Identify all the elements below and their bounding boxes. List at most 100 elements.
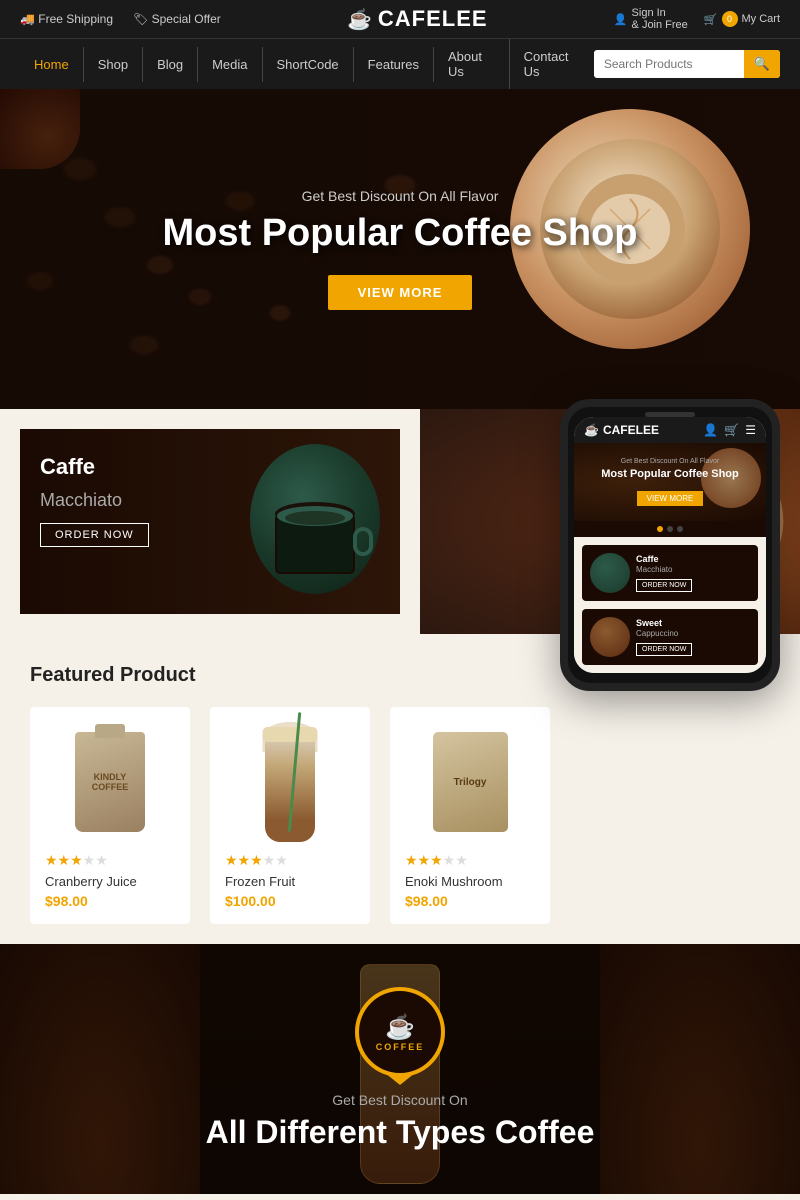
phone-card-cup-2 xyxy=(590,617,630,657)
phone-card-cup-1 xyxy=(590,553,630,593)
hero-section: Get Best Discount On All Flavor Most Pop… xyxy=(0,89,800,409)
product-stars-3: ★★★★★ xyxy=(405,852,535,869)
phone-cards: Caffe Macchiato ORDER NOW Sweet Cappucci… xyxy=(574,537,766,673)
phone-header: ☕ CAFELEE 👤 🛒 ☰ xyxy=(574,417,766,443)
view-more-button[interactable]: VIEW MORE xyxy=(328,275,473,310)
phone-mockup-container: ☕ CAFELEE 👤 🛒 ☰ Get Best Discount On All… xyxy=(560,399,770,691)
product-img-3: Trilogy xyxy=(405,722,535,842)
nav-media[interactable]: Media xyxy=(198,47,262,82)
promo-card1-title: Caffe xyxy=(40,454,380,480)
nav-shop[interactable]: Shop xyxy=(84,47,143,82)
phone-card-cappuccino: Sweet Cappuccino ORDER NOW xyxy=(582,609,758,665)
nav-bar: Home Shop Blog Media ShortCode Features … xyxy=(0,38,800,89)
product-price-1: $98.00 xyxy=(45,893,175,909)
bag-text-1: KINDLYCOFFEE xyxy=(87,767,134,797)
nav-about[interactable]: About Us xyxy=(434,39,510,89)
phone-hero-title: Most Popular Coffee Shop xyxy=(584,468,756,480)
nav-contact[interactable]: Contact Us xyxy=(510,39,594,89)
phone-card-title-2: Sweet xyxy=(636,618,750,629)
phone-mockup: ☕ CAFELEE 👤 🛒 ☰ Get Best Discount On All… xyxy=(560,399,780,691)
tag-icon: 🏷 xyxy=(133,12,148,26)
product-price-2: $100.00 xyxy=(225,893,355,909)
top-bar-right: 👤 Sign In & Join Free 🛒 0 My Cart xyxy=(614,7,780,31)
cart-link[interactable]: 🛒 0 My Cart xyxy=(704,11,780,27)
bottom-title: All Different Types Coffee xyxy=(206,1114,595,1151)
phone-dot-1 xyxy=(657,526,663,532)
phone-menu-icon: ☰ xyxy=(745,423,756,437)
nav-shortcode[interactable]: ShortCode xyxy=(263,47,354,82)
logo-text: CAFELEE xyxy=(378,6,488,32)
order-now-btn-1[interactable]: ORDER NOW xyxy=(40,523,149,547)
special-offer-label: 🏷 Special Offer xyxy=(133,12,221,26)
promo-card-macchiato: Caffe Macchiato ORDER NOW xyxy=(20,429,400,614)
top-bar-left: 🚚 Free Shipping 🏷 Special Offer xyxy=(20,12,221,26)
hero-subtitle: Get Best Discount On All Flavor xyxy=(163,188,638,204)
bottom-subtitle: Get Best Discount On xyxy=(206,1092,595,1108)
product-name-3: Enoki Mushroom xyxy=(405,874,535,889)
top-bar: 🚚 Free Shipping 🏷 Special Offer ☕ CAFELE… xyxy=(0,0,800,38)
nav-blog[interactable]: Blog xyxy=(143,47,198,82)
free-shipping-label: 🚚 Free Shipping xyxy=(20,12,113,26)
cart-icon: 🛒 xyxy=(704,13,718,26)
product-card-3: Trilogy ★★★★★ Enoki Mushroom $98.00 xyxy=(390,707,550,924)
pouch-text-3: Trilogy xyxy=(454,777,487,788)
phone-nav-icons: 👤 🛒 ☰ xyxy=(703,423,756,437)
bottom-section: ☕ COFFEE Get Best Discount On All Differ… xyxy=(0,944,800,1194)
drink-container-2 xyxy=(265,722,315,842)
sign-in-link[interactable]: 👤 Sign In & Join Free xyxy=(614,7,688,31)
products-grid: KINDLYCOFFEE ★★★★★ Cranberry Juice $98.0… xyxy=(30,707,770,924)
phone-hero: Get Best Discount On All Flavor Most Pop… xyxy=(574,443,766,521)
nav-features[interactable]: Features xyxy=(354,47,434,82)
promo-card1-subtitle: Macchiato xyxy=(40,490,380,511)
phone-card-title-1: Caffe xyxy=(636,554,750,565)
phone-user-icon: 👤 xyxy=(703,423,718,437)
phone-card-subtitle-2: Cappuccino xyxy=(636,629,750,638)
phone-dot-3 xyxy=(677,526,683,532)
phone-carousel-dots xyxy=(574,521,766,537)
phone-order-btn-1[interactable]: ORDER NOW xyxy=(636,579,692,592)
product-bag-1: KINDLYCOFFEE xyxy=(75,732,145,832)
nav-links: Home Shop Blog Media ShortCode Features … xyxy=(20,39,594,89)
logo[interactable]: ☕ CAFELEE xyxy=(347,6,488,32)
phone-card-macchiato: Caffe Macchiato ORDER NOW xyxy=(582,545,758,601)
product-card-2: ★★★★★ Frozen Fruit $100.00 xyxy=(210,707,370,924)
bottom-left-decor xyxy=(0,944,200,1194)
coffee-badge-text: COFFEE xyxy=(376,1042,425,1052)
product-card-1: KINDLYCOFFEE ★★★★★ Cranberry Juice $98.0… xyxy=(30,707,190,924)
phone-order-btn-2[interactable]: ORDER NOW xyxy=(636,643,692,656)
product-name-1: Cranberry Juice xyxy=(45,874,175,889)
product-stars-1: ★★★★★ xyxy=(45,852,175,869)
phone-card-text-1: Caffe Macchiato ORDER NOW xyxy=(636,554,750,592)
phone-logo-icon: ☕ xyxy=(584,423,599,437)
product-price-3: $98.00 xyxy=(405,893,535,909)
phone-view-more-btn[interactable]: VIEW MORE xyxy=(637,491,704,506)
logo-icon: ☕ xyxy=(347,7,372,32)
product-img-2 xyxy=(225,722,355,842)
search-input[interactable] xyxy=(594,52,744,76)
promo-card1-content: Caffe Macchiato ORDER NOW xyxy=(20,429,400,572)
phone-card-text-2: Sweet Cappuccino ORDER NOW xyxy=(636,618,750,656)
product-stars-2: ★★★★★ xyxy=(225,852,355,869)
phone-hero-subtitle: Get Best Discount On All Flavor xyxy=(584,458,756,465)
nav-search[interactable]: 🔍 xyxy=(594,50,780,78)
bottom-content: ☕ COFFEE Get Best Discount On All Differ… xyxy=(206,987,595,1151)
coffee-cup-badge-icon: ☕ xyxy=(385,1013,415,1042)
product-pouch-3: Trilogy xyxy=(433,732,508,832)
phone-logo: ☕ CAFELEE xyxy=(584,423,659,437)
product-name-2: Frozen Fruit xyxy=(225,874,355,889)
product-img-1: KINDLYCOFFEE xyxy=(45,722,175,842)
phone-dot-2 xyxy=(667,526,673,532)
phone-hero-content: Get Best Discount On All Flavor Most Pop… xyxy=(584,458,756,506)
truck-icon: 🚚 xyxy=(20,12,35,26)
nav-home[interactable]: Home xyxy=(20,47,84,82)
promo-area: Caffe Macchiato ORDER NOW xyxy=(0,409,800,634)
promo-cards: Caffe Macchiato ORDER NOW xyxy=(0,409,420,634)
search-button[interactable]: 🔍 xyxy=(744,50,780,78)
phone-card-subtitle-1: Macchiato xyxy=(636,565,750,574)
hero-title: Most Popular Coffee Shop xyxy=(163,212,638,255)
hero-content: Get Best Discount On All Flavor Most Pop… xyxy=(163,188,638,310)
user-icon: 👤 xyxy=(614,13,628,26)
coffee-badge: ☕ COFFEE xyxy=(355,987,445,1077)
cart-badge: 0 xyxy=(722,11,738,27)
phone-notch xyxy=(645,412,695,417)
